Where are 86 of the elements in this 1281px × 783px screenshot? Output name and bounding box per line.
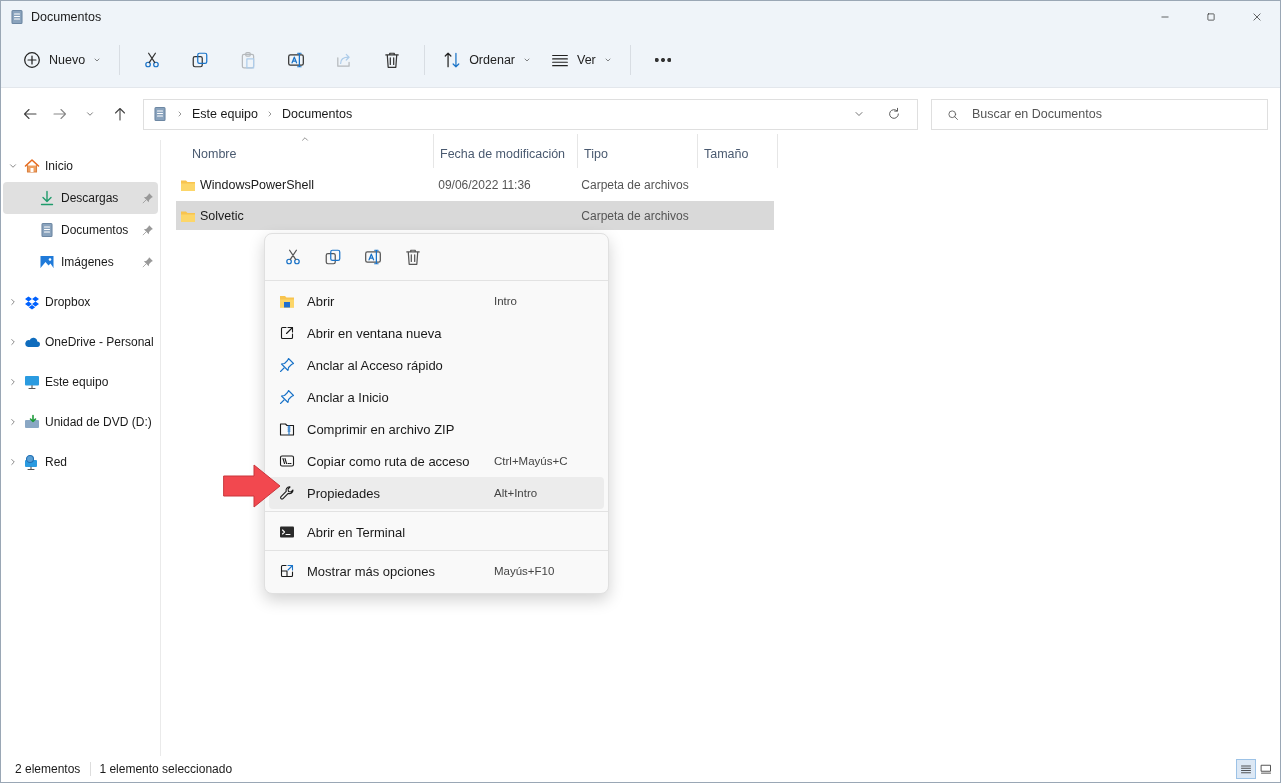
shortcut-text: Mayús+F10 bbox=[494, 565, 556, 577]
refresh-icon[interactable] bbox=[887, 107, 901, 121]
file-row[interactable]: WindowsPowerShell 09/06/2022 11:36 Carpeta de archivos bbox=[176, 170, 774, 199]
list-icon bbox=[1240, 763, 1252, 775]
chevron-down-icon bbox=[85, 109, 95, 119]
sidebar-item[interactable]: Documentos bbox=[3, 214, 158, 246]
zip-folder-icon bbox=[279, 421, 295, 437]
download-icon bbox=[39, 190, 55, 206]
tiles-icon bbox=[1260, 763, 1272, 775]
more-options-icon bbox=[279, 563, 295, 579]
search-field[interactable]: Buscar en Documentos bbox=[931, 98, 1268, 130]
document-icon bbox=[152, 106, 168, 122]
view-button[interactable]: Ver bbox=[541, 43, 622, 77]
copy-icon bbox=[324, 248, 342, 266]
shortcut-text: Alt+Intro bbox=[494, 487, 539, 499]
close-icon bbox=[1252, 12, 1262, 22]
sidebar-item[interactable]: OneDrive - Personal bbox=[3, 326, 158, 358]
menu-item[interactable]: Mostrar más opciones Mayús+F10 bbox=[269, 555, 604, 587]
trash-icon bbox=[404, 248, 422, 266]
sidebar-item[interactable]: Inicio bbox=[3, 150, 158, 182]
menu-item[interactable]: Abrir Intro bbox=[269, 285, 604, 317]
home-icon bbox=[24, 158, 40, 174]
menu-item[interactable]: Abrir en Terminal bbox=[269, 516, 604, 548]
breadcrumb-item[interactable]: Este equipo bbox=[192, 107, 259, 121]
menu-item[interactable]: Propiedades Alt+Intro bbox=[269, 477, 604, 509]
column-header[interactable]: Tipo bbox=[578, 134, 698, 168]
chevron-icon bbox=[176, 110, 184, 118]
folder-icon bbox=[279, 293, 295, 309]
column-header[interactable]: Nombre bbox=[176, 134, 434, 168]
document-icon bbox=[9, 9, 25, 25]
table-cell: Carpeta de archivos bbox=[581, 208, 689, 223]
status-text: 1 elemento seleccionado bbox=[99, 762, 234, 776]
sidebar-item[interactable]: Unidad de DVD (D:) bbox=[3, 406, 158, 438]
maximize-icon bbox=[1206, 12, 1216, 22]
table-cell: 09/06/2022 11:36 bbox=[438, 177, 531, 192]
table-cell: Carpeta de archivos bbox=[581, 177, 689, 192]
menu-item[interactable]: Comprimir en archivo ZIP bbox=[269, 413, 604, 445]
address-bar[interactable]: Este equipo Documentos bbox=[143, 98, 918, 130]
rename-icon bbox=[364, 248, 382, 266]
external-link-icon bbox=[279, 325, 295, 341]
sort-button[interactable]: Ordenar bbox=[433, 43, 541, 77]
sort-caret-icon bbox=[299, 134, 310, 144]
menu-item[interactable]: Anclar a Inicio bbox=[269, 381, 604, 413]
expand-icon[interactable] bbox=[8, 457, 18, 467]
sidebar-item[interactable]: Dropbox bbox=[3, 286, 158, 318]
file-name: WindowsPowerShell bbox=[200, 177, 314, 192]
monitor-icon bbox=[24, 374, 40, 390]
pointer-arrow bbox=[223, 464, 281, 508]
terminal-icon bbox=[279, 524, 295, 540]
shortcut-text: Intro bbox=[494, 295, 518, 307]
expand-icon[interactable] bbox=[8, 297, 18, 307]
status-text: 2 elementos bbox=[15, 762, 92, 776]
sidebar-item[interactable]: Este equipo bbox=[3, 366, 158, 398]
search-icon bbox=[947, 108, 959, 121]
window-title: Documentos bbox=[31, 10, 102, 24]
file-row[interactable]: Solvetic Carpeta de archivos bbox=[176, 201, 774, 230]
up-arrow-icon bbox=[112, 106, 128, 122]
sidebar-item[interactable]: Imágenes bbox=[3, 246, 158, 278]
expand-icon[interactable] bbox=[8, 337, 18, 347]
details-view-button[interactable] bbox=[1236, 759, 1256, 779]
expand-icon[interactable] bbox=[8, 417, 18, 427]
wrench-icon bbox=[279, 485, 295, 501]
network-icon bbox=[24, 454, 40, 470]
path-icon bbox=[279, 453, 295, 469]
pin-icon bbox=[279, 357, 295, 373]
scissors-icon bbox=[284, 248, 302, 266]
column-header[interactable]: Tamaño bbox=[698, 134, 778, 168]
expand-icon[interactable] bbox=[8, 377, 18, 387]
collapse-icon[interactable] bbox=[8, 161, 18, 171]
image-icon bbox=[39, 254, 55, 270]
pin-icon bbox=[279, 389, 295, 405]
menu-item[interactable]: Abrir en ventana nueva bbox=[269, 317, 604, 349]
file-name: Solvetic bbox=[200, 208, 244, 223]
new-button[interactable]: Nuevo bbox=[13, 43, 112, 77]
menu-item[interactable]: Copiar como ruta de acceso Ctrl+Mayús+C bbox=[269, 445, 604, 477]
dvd-drive-icon bbox=[24, 414, 40, 430]
forward-arrow-icon bbox=[52, 106, 68, 122]
breadcrumb-item[interactable]: Documentos bbox=[282, 107, 353, 121]
shortcut-text: Ctrl+Mayús+C bbox=[494, 455, 569, 467]
back-arrow-icon bbox=[22, 106, 38, 122]
sidebar-item[interactable]: Red bbox=[3, 446, 158, 478]
column-header[interactable]: Fecha de modificación bbox=[434, 134, 578, 168]
dropbox-icon bbox=[24, 294, 40, 310]
menu-item[interactable]: Anclar al Acceso rápido bbox=[269, 349, 604, 381]
sidebar-item[interactable]: Descargas bbox=[3, 182, 158, 214]
document-icon bbox=[39, 222, 55, 238]
